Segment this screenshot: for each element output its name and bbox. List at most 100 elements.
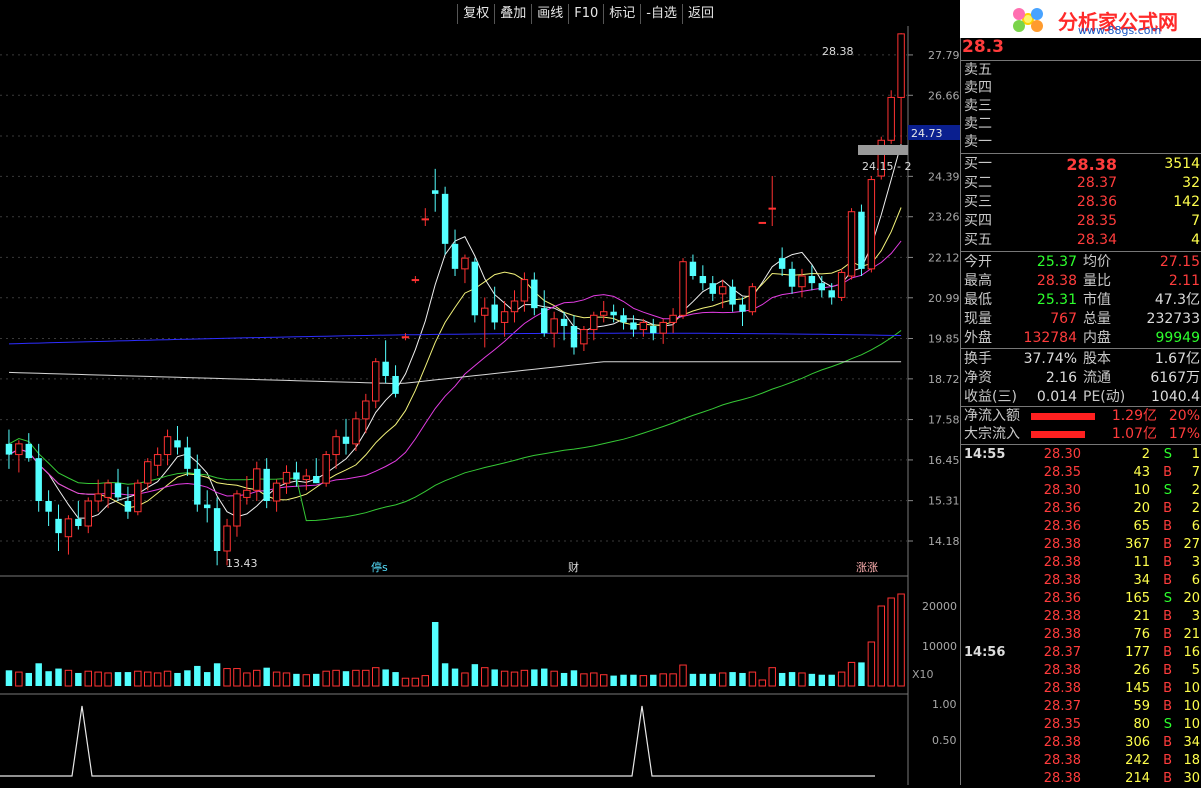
volume-panel: 20000 10000 <box>5 593 957 687</box>
tick-price: 28.37 <box>1043 699 1081 714</box>
stat-value: 2.16 <box>1045 370 1077 386</box>
volume-bar <box>35 663 42 686</box>
volume-bar <box>263 667 270 686</box>
tick-price: 28.36 <box>1043 519 1081 534</box>
volume-bar <box>401 677 410 687</box>
candle-body <box>223 525 231 552</box>
volume-bar <box>302 674 311 687</box>
candle-body <box>382 361 389 376</box>
flow-pct: 20% <box>1168 408 1200 424</box>
volume-bar <box>818 674 826 686</box>
draw-line-button[interactable]: 画线 <box>531 4 568 24</box>
tick-row: 14:56 28.37 177 B 16 <box>961 644 1201 662</box>
volume-bar <box>253 669 261 687</box>
volume-bar <box>282 672 291 687</box>
tick-price: 28.38 <box>1043 627 1081 642</box>
volume-bar <box>887 597 895 687</box>
candle-body <box>541 308 548 334</box>
candle-body <box>55 518 62 534</box>
tick-row: 28.38 34 B 6 <box>961 572 1201 590</box>
volume-bar <box>798 672 806 687</box>
volume-bar <box>94 671 102 687</box>
tick-price: 28.35 <box>1043 465 1081 480</box>
remove-watchlist-button[interactable]: -自选 <box>640 4 682 24</box>
back-button[interactable]: 返回 <box>681 4 719 24</box>
tick-row: 28.37 59 B 10 <box>961 698 1201 716</box>
volume-bar <box>510 671 519 687</box>
sell4-label: 卖四 <box>964 80 992 96</box>
tick-side: B <box>1163 573 1172 588</box>
volume-bar <box>114 672 122 686</box>
event-halt-label: 停s <box>371 560 388 574</box>
volume-bar <box>748 671 757 687</box>
tick-side: S <box>1163 591 1172 606</box>
flow-pct: 17% <box>1168 426 1200 442</box>
tick-side: B <box>1163 501 1172 516</box>
volume-tick-label: 10000 <box>922 640 957 653</box>
buy4-price: 28.35 <box>1076 213 1117 229</box>
candle-body <box>25 443 33 459</box>
flow-value: 1.29亿 <box>1111 408 1157 424</box>
candle-body <box>510 300 519 313</box>
tick-count: 6 <box>1191 519 1200 534</box>
tick-count: 2 <box>1191 501 1200 516</box>
candle-body <box>174 440 181 448</box>
tick-volume: 59 <box>1133 699 1150 714</box>
candle-body <box>758 221 767 224</box>
tick-price: 28.36 <box>1043 591 1081 606</box>
candle-body <box>471 261 479 316</box>
tick-volume: 145 <box>1125 681 1150 696</box>
stat-value: 0.014 <box>1036 389 1077 405</box>
mark-button[interactable]: 标记 <box>603 4 640 24</box>
sell2-label: 卖二 <box>964 116 992 132</box>
buy3-price: 28.36 <box>1076 194 1117 210</box>
stat-value: 767 <box>1050 311 1077 327</box>
low-label: 13.43 <box>226 557 258 570</box>
candle-body <box>639 321 648 331</box>
price-marker: 24.73 <box>911 127 943 140</box>
price-tick-label: 22.12 <box>928 251 960 264</box>
candle-body <box>650 326 657 334</box>
price-tick-label: 20.99 <box>928 292 960 305</box>
volume-bar <box>392 672 399 686</box>
tick-count: 10 <box>1183 699 1200 714</box>
f10-button[interactable]: F10 <box>568 4 603 24</box>
buy2-vol: 32 <box>1182 175 1200 191</box>
stat-row: 最高 28.38 量比 2.11 <box>961 272 1201 291</box>
logo-url: www.88gs.com <box>1078 24 1162 37</box>
volume-bar <box>689 673 697 686</box>
stat-label: PE(动) <box>1083 389 1126 405</box>
volume-bar <box>15 671 23 687</box>
tick-price: 28.38 <box>1043 537 1081 552</box>
sell3-label: 卖三 <box>964 98 992 114</box>
candle-body <box>837 271 846 298</box>
restore-rights-button[interactable]: 复权 <box>457 4 494 24</box>
candle-body <box>500 311 509 323</box>
volume-bar <box>669 673 677 687</box>
overlay-button[interactable]: 叠加 <box>494 4 531 24</box>
tick-price: 28.36 <box>1043 501 1081 516</box>
buy2-price: 28.37 <box>1076 175 1117 191</box>
volume-bar <box>461 672 469 687</box>
volume-bar <box>858 662 865 686</box>
candle-body <box>84 500 92 527</box>
volume-bar <box>630 674 637 686</box>
volume-bar <box>75 672 82 686</box>
tick-row: 28.38 242 B 18 <box>961 752 1201 770</box>
candle-body <box>599 311 608 316</box>
volume-bar <box>352 669 360 687</box>
volume-bar <box>599 674 608 687</box>
tick-side: B <box>1163 663 1172 678</box>
kline-chart[interactable]: 27.7926.6625.5224.3923.2622.1220.9919.85… <box>0 26 960 785</box>
candle-body <box>362 400 370 420</box>
tick-row: 28.38 26 B 5 <box>961 662 1201 680</box>
flow-bar <box>1031 431 1085 438</box>
tick-volume: 34 <box>1133 573 1150 588</box>
tick-row: 28.36 165 S 20 <box>961 590 1201 608</box>
candle-body <box>411 279 420 282</box>
buy4-label: 买四 <box>964 213 992 229</box>
ma250-line <box>8 361 902 385</box>
volume-bar <box>441 663 449 686</box>
sell1-label: 卖一 <box>964 134 992 150</box>
candle-body <box>659 321 667 334</box>
